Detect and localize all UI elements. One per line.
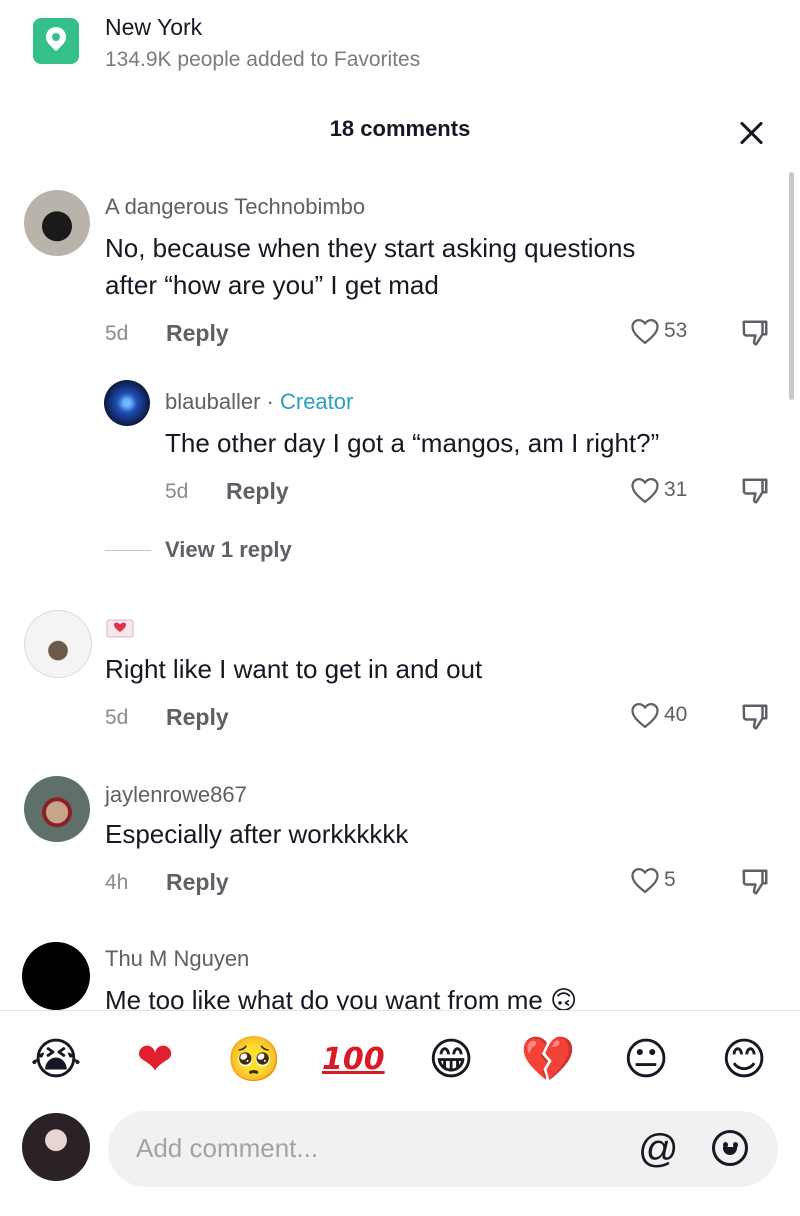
like-count: 5 [664, 868, 676, 891]
heart-envelope-icon [106, 617, 134, 642]
location-favorites-count: 134.9K people added to Favorites [105, 48, 421, 71]
heart-outline-icon [631, 477, 659, 504]
dislike-icon[interactable] [740, 702, 770, 732]
add-comment-input[interactable]: Add comment... @ [108, 1111, 778, 1187]
scrollbar[interactable] [789, 172, 794, 400]
comment-time: 5d [105, 322, 129, 345]
hundred-points-emoji[interactable]: 100 [322, 1030, 385, 1090]
comment-text: Me too like what do you want from me 🙃 [105, 982, 705, 1010]
dislike-icon[interactable] [740, 318, 770, 348]
black-avatar[interactable] [22, 942, 90, 1010]
comment-username[interactable]: jaylenrowe867 [105, 782, 247, 808]
like-button[interactable]: 31 [630, 476, 687, 504]
reply-username-text[interactable]: blauballer [165, 389, 260, 414]
creator-badge: Creator [279, 389, 354, 414]
user-avatar[interactable] [24, 776, 90, 842]
pleading-face-emoji[interactable]: 🥺 [224, 1030, 284, 1090]
add-comment-placeholder: Add comment... [136, 1133, 319, 1163]
comment-time: 4h [105, 871, 129, 894]
creator-avatar[interactable] [104, 380, 150, 426]
comment-text-content: Me too like what do you want from me [105, 985, 543, 1010]
reply-button[interactable]: Reply [166, 704, 229, 731]
like-button[interactable]: 40 [630, 701, 687, 729]
comment-time: 5d [105, 706, 129, 729]
red-heart-emoji[interactable]: ❤ [125, 1030, 185, 1090]
comment-username[interactable]: Thu M Nguyen [105, 946, 249, 972]
upside-down-face-emoji: 🙃 [550, 986, 578, 1010]
neutral-face-emoji[interactable]: 😐 [616, 1030, 676, 1090]
loudly-crying-emoji[interactable]: 😭 [26, 1030, 86, 1090]
my-avatar [22, 1113, 90, 1181]
comment-text: No, because when they start asking quest… [105, 233, 636, 263]
comment-text-line2: after “how are you” I get mad [105, 270, 439, 300]
comment-text: Especially after workkkkkk [105, 819, 409, 849]
like-button[interactable]: 53 [630, 317, 687, 345]
grinning-emoji[interactable]: 😁 [421, 1030, 481, 1090]
heart-outline-icon [631, 702, 659, 729]
location-header[interactable]: New York 134.9K people added to Favorite… [0, 0, 800, 96]
like-count: 31 [664, 478, 688, 501]
close-icon[interactable] [734, 116, 770, 152]
like-button[interactable]: 5 [630, 866, 676, 894]
location-name: New York [105, 14, 203, 40]
heart-outline-icon [631, 318, 659, 345]
view-replies-button[interactable]: View 1 reply [165, 537, 292, 563]
dislike-icon[interactable] [740, 867, 770, 897]
reply-time: 5d [165, 480, 189, 503]
hello-kitty-avatar[interactable] [24, 610, 92, 678]
user-avatar[interactable] [24, 190, 90, 256]
quick-emoji-bar: 😭 ❤ 🥺 100 😁 💔 😐 😊 [0, 1030, 800, 1090]
reply-button[interactable]: Reply [166, 869, 229, 896]
comment-username[interactable]: A dangerous Technobimbo [105, 194, 365, 220]
like-count: 40 [664, 703, 688, 726]
emoji-picker-icon[interactable] [712, 1130, 748, 1166]
reply-button[interactable]: Reply [226, 478, 289, 505]
reply-username[interactable]: blauballer · Creator [165, 389, 353, 415]
emoji-bar-divider [0, 1010, 800, 1011]
dislike-icon[interactable] [740, 476, 770, 506]
reply-text: The other day I got a “mangos, am I righ… [165, 428, 660, 458]
comment-text: Right like I want to get in and out [105, 654, 483, 684]
location-pin-icon [33, 18, 79, 64]
heart-outline-icon [631, 867, 659, 894]
mention-button[interactable]: @ [638, 1125, 679, 1173]
like-count: 53 [664, 319, 688, 342]
comments-count-title: 18 comments [329, 116, 471, 141]
reply-button[interactable]: Reply [166, 320, 229, 347]
username-separator: · [266, 389, 274, 414]
smiling-face-emoji[interactable]: 😊 [714, 1030, 774, 1090]
view-replies-divider [105, 550, 151, 551]
broken-heart-emoji[interactable]: 💔 [518, 1030, 578, 1090]
